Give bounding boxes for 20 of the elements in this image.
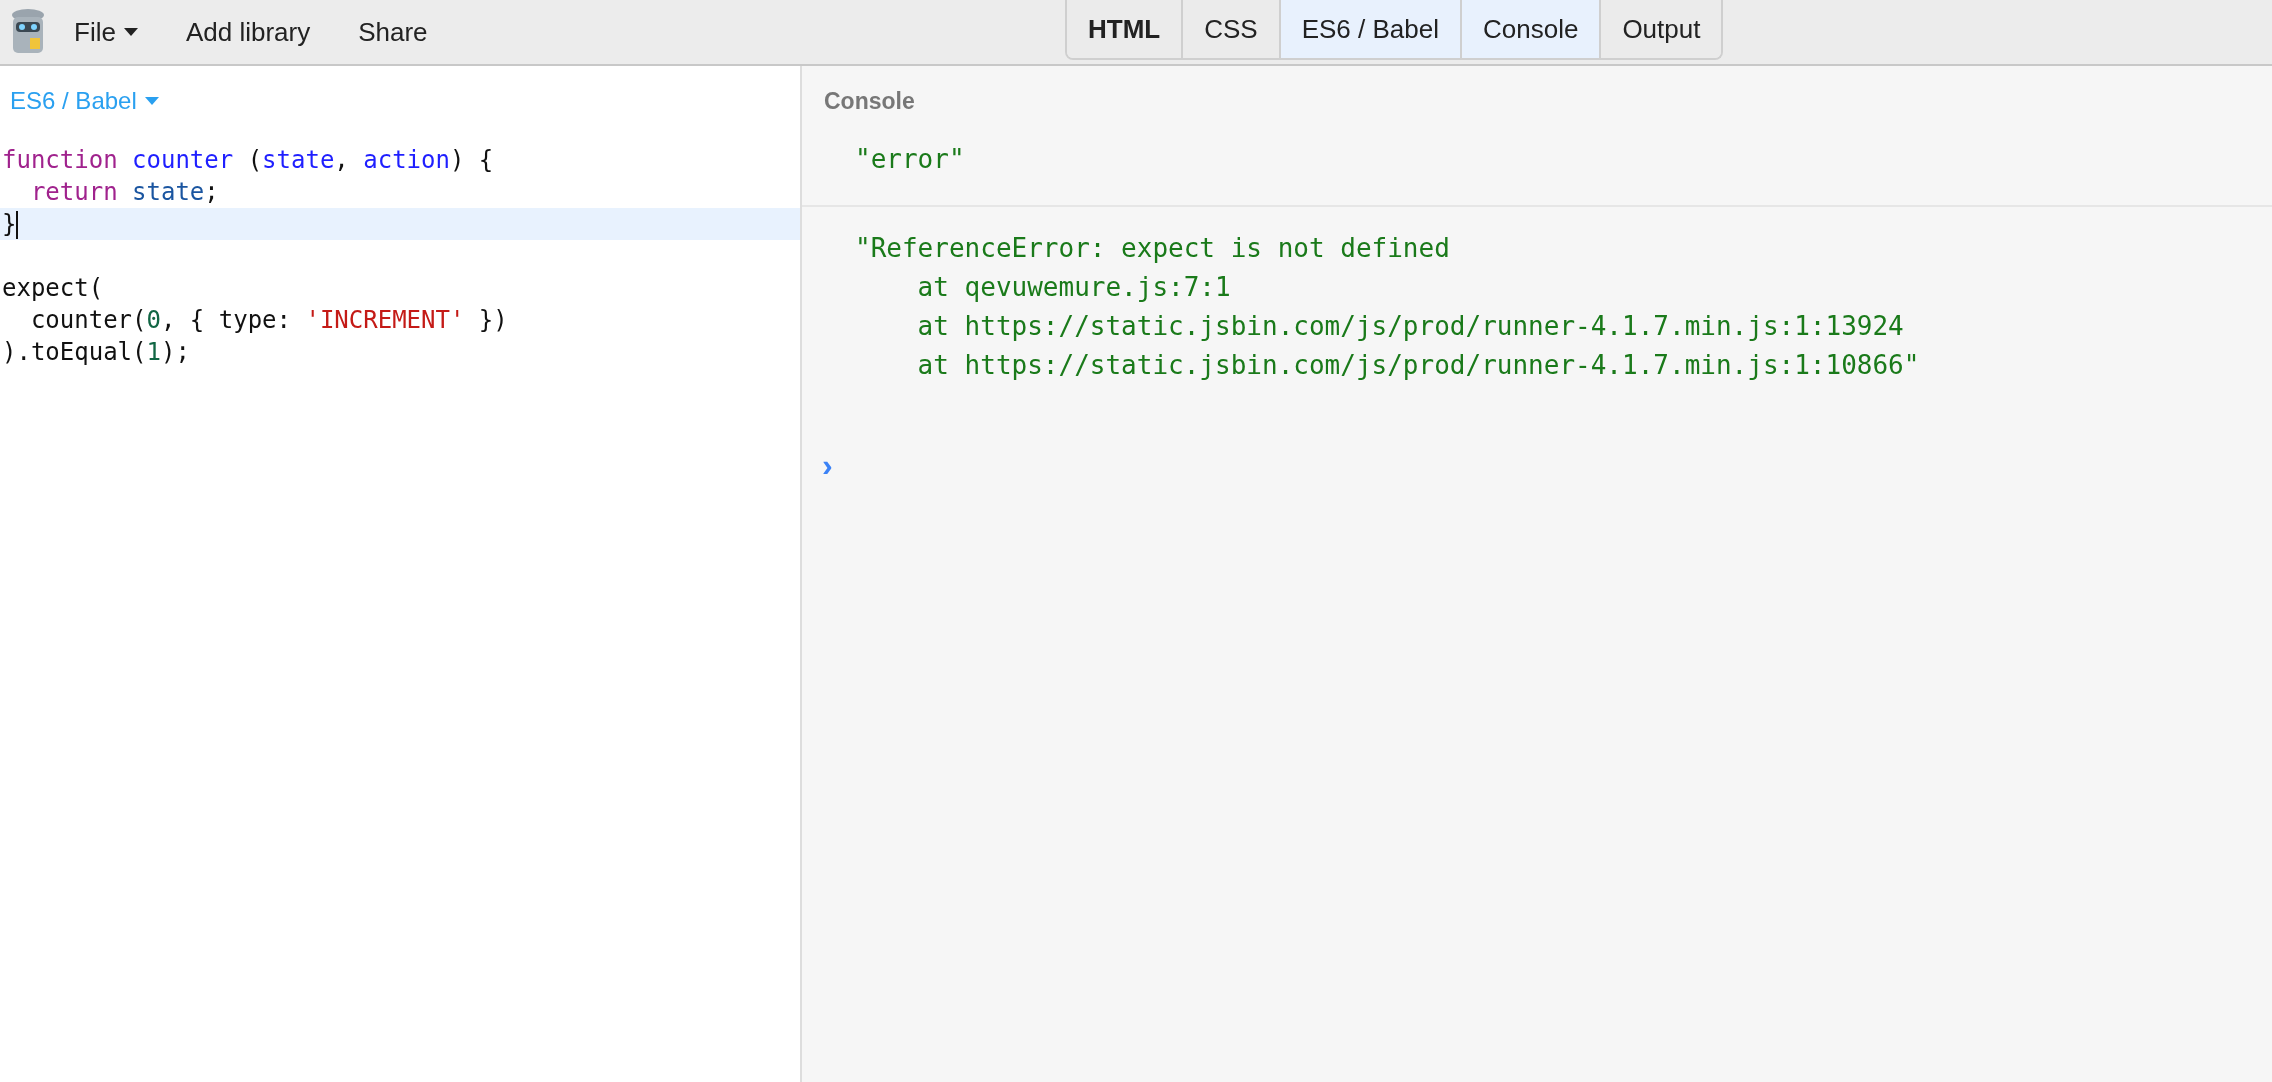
caret-icon: [144, 97, 159, 105]
console-output: "error": [855, 143, 966, 176]
console-output: at https://static.jsbin.com/js/prod/runner-4.1.7.min.js:1:10866": [916, 349, 1921, 382]
console-title: Console: [823, 88, 916, 116]
menu-button[interactable]: File: [54, 16, 158, 48]
code-line: ).toEqual(1);: [1, 337, 191, 368]
code-line: return state;: [29, 177, 220, 208]
panel-tab[interactable]: Output: [1599, 0, 1722, 58]
console-output: at qevuwemure.js:7:1: [916, 271, 1232, 304]
panel-tab[interactable]: Console: [1460, 0, 1600, 58]
text-cursor: [16, 211, 19, 239]
panel-tab[interactable]: ES6 / Babel: [1278, 0, 1460, 58]
menu-button[interactable]: Share: [338, 16, 448, 48]
code-line: function counter (state, action) {: [1, 145, 495, 176]
code-line: counter(0, { type: 'INCREMENT' }): [29, 305, 509, 336]
logo-icon[interactable]: [10, 8, 46, 56]
console-output: at https://static.jsbin.com/js/prod/runner-4.1.7.min.js:1:13924: [916, 310, 1905, 343]
console-output: "ReferenceError: expect is not defined: [855, 232, 1451, 265]
menu-button[interactable]: Add library: [165, 16, 331, 48]
code-line: expect(: [1, 273, 105, 304]
